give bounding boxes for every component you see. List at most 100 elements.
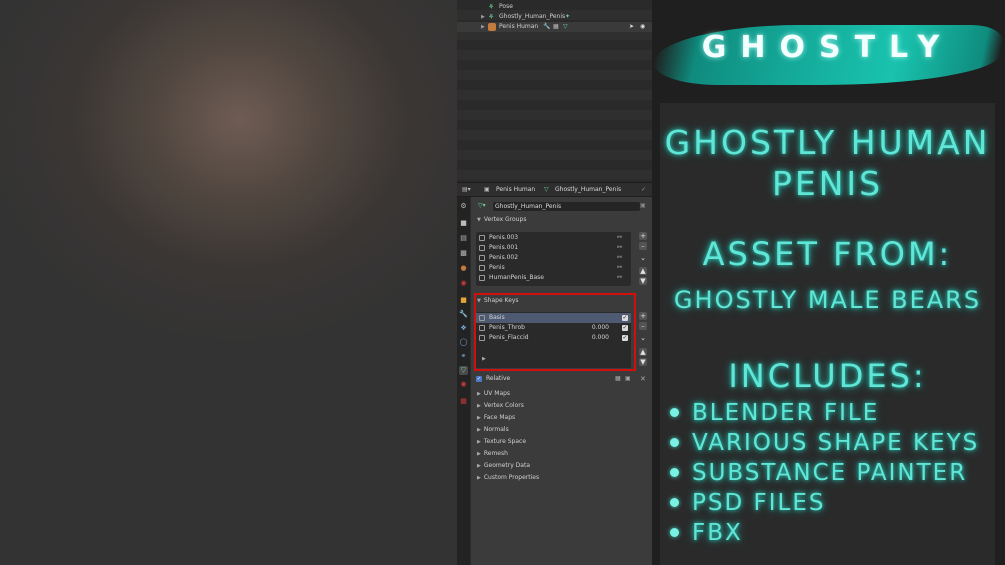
- includes-heading: INCLUDES:: [728, 357, 927, 395]
- tool-tab-icon[interactable]: ⚙: [459, 202, 468, 211]
- list-item[interactable]: Penis.003 ⚯: [476, 233, 631, 243]
- section-vertex-groups[interactable]: ▼ Vertex Groups: [477, 215, 526, 225]
- properties-header: ▤▾ ▣ Penis Human ▽ Ghostly_Human_Penis ✓: [457, 183, 652, 197]
- mesh-data-tab-icon[interactable]: ▽: [459, 366, 468, 375]
- list-item-label: Penis: [489, 264, 505, 271]
- shape-keys-highlight-box: [474, 293, 636, 371]
- list-item-label: Penis.001: [489, 244, 519, 251]
- vertex-group-icon: [479, 255, 485, 261]
- lock-icon[interactable]: ⚯: [617, 273, 622, 283]
- mesh-object-icon: [488, 23, 496, 31]
- modifier-tab-icon[interactable]: 🔧: [459, 310, 468, 319]
- move-down-button[interactable]: ▼: [639, 358, 647, 366]
- world-tab-icon[interactable]: ◉: [459, 279, 468, 288]
- list-item[interactable]: Penis.002 ⚯: [476, 253, 631, 263]
- 3d-viewport[interactable]: [0, 0, 457, 565]
- physics-tab-icon[interactable]: ◯: [459, 338, 468, 347]
- lock-icon[interactable]: ⚯: [617, 263, 622, 273]
- section-title: Normals: [483, 426, 509, 433]
- modifier-wrench-icon[interactable]: 🔧: [543, 22, 550, 32]
- fake-user-shield-icon[interactable]: ▣: [640, 202, 646, 209]
- breadcrumb-data: Ghostly_Human_Penis: [555, 186, 622, 193]
- list-item[interactable]: Penis.001 ⚯: [476, 243, 631, 253]
- shape-key-lock-icon[interactable]: ▣: [625, 375, 631, 382]
- select-cursor-icon[interactable]: ➤: [629, 22, 634, 32]
- collapsed-arrow-icon: ▶: [477, 463, 481, 469]
- bullet-dot-icon: [670, 438, 679, 447]
- remove-vertex-group-button[interactable]: –: [639, 242, 647, 250]
- shape-key-specials-icon[interactable]: ⌄: [639, 334, 647, 342]
- relative-label: Relative: [486, 375, 511, 382]
- editor-type-icon[interactable]: ▤▾: [462, 183, 471, 196]
- section-remesh[interactable]: ▶ Remesh: [477, 449, 508, 459]
- vertex-groups-list[interactable]: Penis.003 ⚯ Penis.001 ⚯ Penis.002 ⚯ Penis ⚯ …: [476, 232, 631, 286]
- output-tab-icon[interactable]: ▤: [459, 234, 468, 243]
- constraints-tab-icon[interactable]: ⚭: [459, 352, 468, 361]
- lock-icon[interactable]: ⚯: [617, 253, 622, 263]
- section-texture-space[interactable]: ▶ Texture Space: [477, 437, 526, 447]
- list-item-label: Penis.003: [489, 234, 519, 241]
- product-title-line1: GHOSTLY HUMAN: [664, 123, 991, 162]
- bullet-dot-icon: [670, 408, 679, 417]
- material-tab-icon[interactable]: ◉: [459, 380, 468, 389]
- pin-icon[interactable]: ✓: [641, 183, 646, 196]
- expand-arrow-icon[interactable]: ▶: [481, 22, 485, 32]
- collapsed-arrow-icon: ▶: [477, 415, 481, 421]
- collapsed-arrow-icon: ▶: [477, 451, 481, 457]
- mesh-data-icon[interactable]: ▽: [563, 22, 568, 32]
- vertex-groups-icon[interactable]: ▦: [553, 22, 559, 32]
- lock-icon[interactable]: ⚯: [617, 233, 622, 243]
- add-shape-key-button[interactable]: +: [639, 312, 647, 320]
- move-up-button[interactable]: ▲: [639, 348, 647, 356]
- object-tab-icon[interactable]: ■: [459, 296, 468, 305]
- particles-tab-icon[interactable]: ❖: [459, 324, 468, 333]
- outliner-item-mesh[interactable]: ▶ Penis Human 🔧 ▦ ▽ ➤ ◉: [457, 22, 652, 32]
- list-item[interactable]: Penis ⚯: [476, 263, 631, 273]
- list-item-label: FBX: [692, 520, 743, 546]
- outliner-item-armature[interactable]: ▶ ⚘ Ghostly_Human_Penis ✦: [457, 12, 652, 22]
- collapsed-arrow-icon: ▶: [477, 475, 481, 481]
- lock-icon[interactable]: ⚯: [617, 243, 622, 253]
- vertex-group-icon: [479, 235, 485, 241]
- render-tab-icon[interactable]: ■: [459, 219, 468, 228]
- list-item: BLENDER FILE: [670, 398, 1000, 428]
- mesh-name-field[interactable]: Ghostly_Human_Penis: [493, 202, 640, 211]
- section-normals[interactable]: ▶ Normals: [477, 425, 509, 435]
- clear-icon[interactable]: ✕: [640, 375, 646, 383]
- mesh-data-icon: ▽: [544, 186, 549, 193]
- object-icon: ▣: [484, 186, 490, 193]
- bullet-dot-icon: [670, 468, 679, 477]
- section-face-maps[interactable]: ▶ Face Maps: [477, 413, 515, 423]
- mesh-browse-icon[interactable]: ▽▾: [478, 202, 486, 209]
- bone-icon[interactable]: ✦: [565, 12, 570, 22]
- vertex-group-icon: [479, 245, 485, 251]
- outliner-item-pose[interactable]: ⚘ Pose: [457, 2, 652, 12]
- asset-from-heading: ASSET FROM:: [702, 235, 953, 273]
- texture-tab-icon[interactable]: ▦: [459, 397, 468, 406]
- outliner-item-label: Penis Human: [499, 23, 539, 30]
- move-up-button[interactable]: ▲: [639, 267, 647, 275]
- visibility-eye-icon[interactable]: ◉: [640, 22, 645, 32]
- relative-checkbox[interactable]: ✓: [476, 376, 482, 382]
- pose-icon: ⚘: [488, 3, 495, 11]
- ghostly-logo: GHOSTLY: [701, 30, 954, 65]
- section-vertex-colors[interactable]: ▶ Vertex Colors: [477, 401, 524, 411]
- section-uv-maps[interactable]: ▶ UV Maps: [477, 389, 510, 399]
- outliner[interactable]: ⚘ Pose ▶ ⚘ Ghostly_Human_Penis ✦ ▶ Penis…: [457, 0, 652, 183]
- expand-arrow-icon[interactable]: ▶: [481, 12, 485, 22]
- view-layer-tab-icon[interactable]: ▩: [459, 249, 468, 258]
- scene-tab-icon[interactable]: ●: [459, 264, 468, 273]
- product-title: GHOSTLY HUMAN PENIS: [660, 122, 995, 204]
- list-item[interactable]: HumanPenis_Base ⚯: [476, 273, 631, 283]
- section-custom-properties[interactable]: ▶ Custom Properties: [477, 473, 539, 483]
- list-item-label: Penis.002: [489, 254, 519, 261]
- specials-menu-icon[interactable]: ⌄: [639, 254, 647, 262]
- section-geometry-data[interactable]: ▶ Geometry Data: [477, 461, 530, 471]
- source-product-name: GHOSTLY MALE BEARS: [673, 286, 982, 314]
- add-vertex-group-button[interactable]: +: [639, 232, 647, 240]
- move-down-button[interactable]: ▼: [639, 277, 647, 285]
- remove-shape-key-button[interactable]: –: [639, 322, 647, 330]
- vertex-group-icon: [479, 275, 485, 281]
- outliner-item-label: Ghostly_Human_Penis: [499, 13, 566, 20]
- edit-mode-icon[interactable]: ▦: [615, 375, 621, 382]
